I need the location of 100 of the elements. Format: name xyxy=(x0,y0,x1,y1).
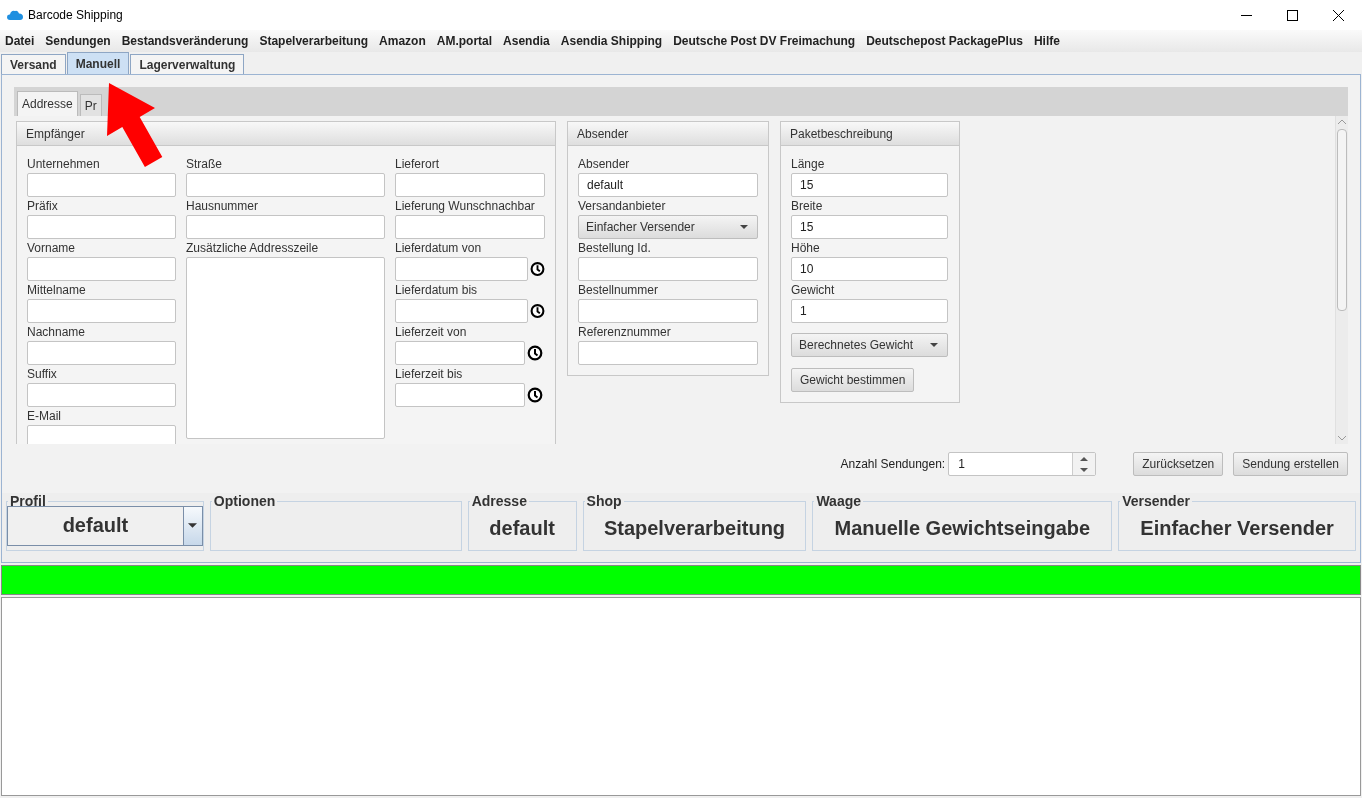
panel-value: Einfacher Versender xyxy=(1140,517,1334,540)
field-label: Versandanbieter xyxy=(578,198,667,215)
menu-item[interactable]: Datei xyxy=(0,34,41,48)
panel-value: Manuelle Gewichtseingabe xyxy=(834,517,1091,540)
clock-icon[interactable] xyxy=(530,303,545,319)
tab[interactable]: Pr xyxy=(79,94,102,116)
field-label: Straße xyxy=(186,156,223,173)
scroll-down-icon[interactable] xyxy=(1338,436,1346,441)
input-field[interactable] xyxy=(578,257,758,281)
input-field[interactable] xyxy=(27,341,176,365)
menu-item[interactable]: Sendungen xyxy=(40,34,117,48)
field-label: Gewicht xyxy=(791,282,836,299)
tab[interactable]: Manuell xyxy=(66,52,130,74)
input-field[interactable] xyxy=(578,299,758,323)
field-label: Suffix xyxy=(27,366,58,383)
input-field[interactable]: 10 xyxy=(791,257,948,281)
menu-item[interactable]: AM.portal xyxy=(431,34,499,48)
panel-value: default xyxy=(489,517,555,540)
field-label: Bestellung Id. xyxy=(578,240,652,257)
menu-item[interactable]: Asendia Shipping xyxy=(555,34,669,48)
panel-title: Waage xyxy=(815,493,862,509)
field-label: Nachname xyxy=(27,324,87,341)
field-label: Höhe xyxy=(791,240,821,257)
menu-item[interactable]: Stapelverarbeitung xyxy=(254,34,375,48)
clock-icon[interactable] xyxy=(527,345,543,361)
input-field[interactable] xyxy=(27,299,176,323)
panel-value: Stapelverarbeitung xyxy=(603,517,786,540)
field-label: Absender xyxy=(578,156,631,173)
scrollbar[interactable] xyxy=(1335,116,1348,444)
close-icon[interactable] xyxy=(1333,9,1344,21)
clock-icon[interactable] xyxy=(527,387,543,403)
panel-title: Adresse xyxy=(470,493,528,509)
input-field[interactable] xyxy=(27,383,176,407)
weigh-button[interactable]: Gewicht bestimmen xyxy=(791,368,915,392)
dropdown[interactable]: Berechnetes Gewicht xyxy=(791,333,948,357)
input-field[interactable] xyxy=(395,299,528,323)
clock-icon[interactable] xyxy=(530,261,545,277)
field-label: Breite xyxy=(791,198,824,215)
input-field[interactable] xyxy=(395,257,528,281)
count-spinner[interactable]: 1 xyxy=(948,452,1097,476)
field-label: Zusätzliche Addresszeile xyxy=(186,240,320,257)
panel-title: Optionen xyxy=(212,493,277,509)
field-label: Unternehmen xyxy=(27,156,101,173)
field-label: Lieferzeit von xyxy=(395,324,468,341)
field-label: Hausnummer xyxy=(186,198,260,215)
input-field[interactable] xyxy=(395,215,545,239)
field-label: Länge xyxy=(791,156,826,173)
field-label: Lieferdatum von xyxy=(395,240,483,257)
menu-item[interactable]: Deutsche Post DV Freimachung xyxy=(668,34,862,48)
caret-icon xyxy=(930,343,938,347)
input-field[interactable] xyxy=(395,173,545,197)
tab[interactable]: Lagerverwaltung xyxy=(130,54,245,74)
spin-down-icon[interactable] xyxy=(1080,467,1089,472)
profile-dropdown[interactable]: default xyxy=(7,505,203,546)
field-label: E-Mail xyxy=(27,408,62,425)
panel-title: Versender xyxy=(1121,493,1191,509)
field-label: Referenznummer xyxy=(578,324,672,341)
menu-item[interactable]: Asendia xyxy=(498,34,556,48)
cloud-icon xyxy=(7,10,23,20)
menu-item[interactable]: Deutschepost PackagePlus xyxy=(861,34,1029,48)
menu-item[interactable]: Amazon xyxy=(374,34,432,48)
spin-up-icon[interactable] xyxy=(1080,456,1089,461)
window-title: Barcode Shipping xyxy=(28,8,123,22)
field-label: Lieferzeit bis xyxy=(395,366,464,383)
input-field[interactable]: 15 xyxy=(791,215,948,239)
input-field[interactable]: 15 xyxy=(791,173,948,197)
group-title: Absender xyxy=(577,126,629,141)
input-field[interactable] xyxy=(395,383,525,407)
field-label: Lieferdatum bis xyxy=(395,282,479,299)
text-area[interactable] xyxy=(186,257,385,439)
scroll-thumb[interactable] xyxy=(1337,129,1347,311)
input-field[interactable] xyxy=(186,173,385,197)
field-label: Lieferung Wunschnachbar xyxy=(395,198,536,215)
input-field[interactable] xyxy=(27,257,176,281)
tab[interactable]: Addresse xyxy=(17,91,78,116)
tab[interactable]: Versand xyxy=(1,54,66,74)
scroll-up-icon[interactable] xyxy=(1338,119,1346,124)
field-label: Bestellnummer xyxy=(578,282,660,299)
input-field[interactable] xyxy=(186,215,385,239)
caret-icon xyxy=(188,523,198,528)
input-field[interactable] xyxy=(395,341,525,365)
field-label: Vorname xyxy=(27,240,77,257)
input-field[interactable] xyxy=(27,173,176,197)
group-title: Paketbeschreibung xyxy=(790,126,893,141)
input-field[interactable] xyxy=(27,425,176,444)
menu-item[interactable]: Hilfe xyxy=(1028,34,1066,48)
create-button[interactable]: Sendung erstellen xyxy=(1233,452,1348,476)
field-label: Präfix xyxy=(27,198,59,215)
field-label: Mittelname xyxy=(27,282,87,299)
count-label: Anzahl Sendungen: xyxy=(840,457,946,471)
menu-item[interactable]: Bestandsveränderung xyxy=(116,34,255,48)
dropdown[interactable]: Einfacher Versender xyxy=(578,215,758,239)
reset-button[interactable]: Zurücksetzen xyxy=(1133,452,1224,476)
input-field[interactable] xyxy=(27,215,176,239)
input-field[interactable] xyxy=(578,341,758,365)
input-field[interactable]: 1 xyxy=(791,299,948,323)
maximize-icon[interactable] xyxy=(1287,9,1298,21)
group-title: Empfänger xyxy=(26,126,85,141)
input-field[interactable]: default xyxy=(578,173,758,197)
caret-icon xyxy=(740,225,748,229)
